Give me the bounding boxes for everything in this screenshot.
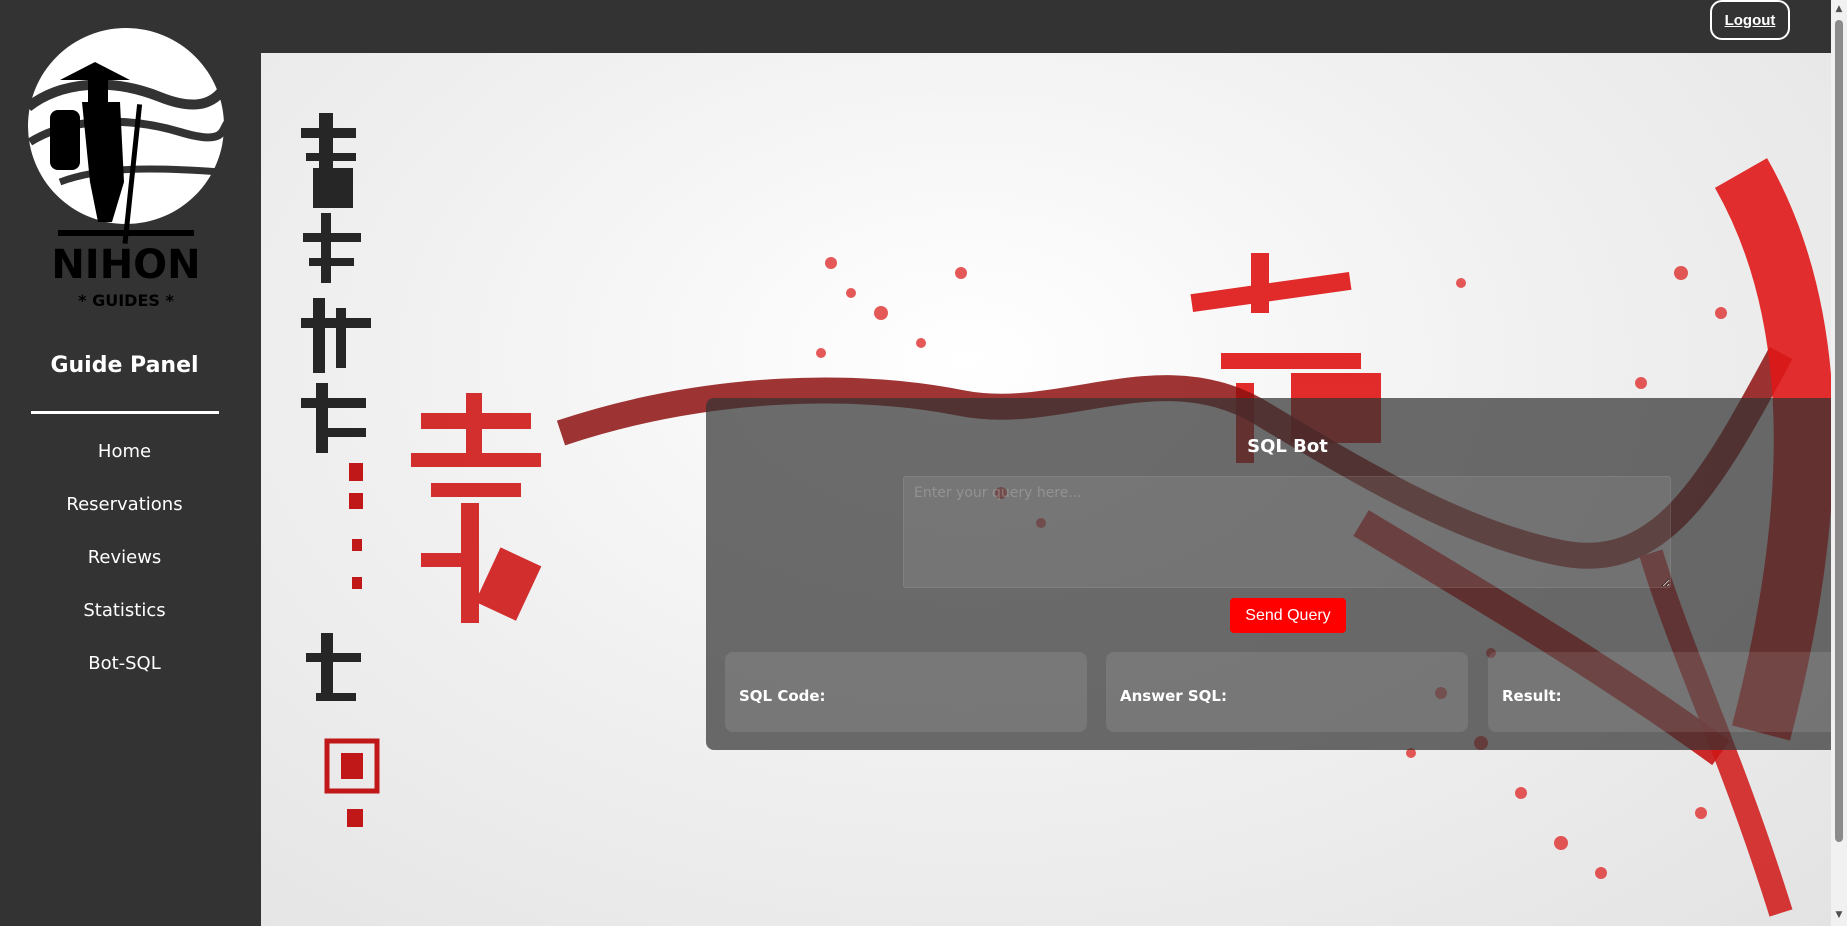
logo-text: NIHON xyxy=(51,242,200,288)
page-scrollbar[interactable]: ▲ ▼ xyxy=(1831,0,1847,926)
answer-sql-panel: Answer SQL: xyxy=(1106,652,1468,732)
send-query-button[interactable]: Send Query xyxy=(1230,598,1346,633)
nihon-guides-logo: NIHON * GUIDES * xyxy=(24,28,228,310)
logo-subtext: * GUIDES * xyxy=(78,291,174,310)
main-content: SQL Bot Send Query SQL Code: Answer SQL:… xyxy=(261,53,1831,926)
result-panel: Result: xyxy=(1488,652,1831,732)
panel-divider xyxy=(31,411,219,414)
sidebar-item-reviews[interactable]: Reviews xyxy=(0,538,249,591)
sql-code-panel: SQL Code: xyxy=(725,652,1087,732)
sidebar: NIHON * GUIDES * Guide Panel Home Reserv… xyxy=(0,0,261,926)
sql-bot-title: SQL Bot xyxy=(1247,436,1328,457)
query-input[interactable] xyxy=(903,476,1671,588)
sidebar-nav: Home Reservations Reviews Statistics Bot… xyxy=(0,432,249,697)
sidebar-item-bot-sql[interactable]: Bot-SQL xyxy=(0,644,249,697)
sql-bot-card: SQL Bot Send Query SQL Code: Answer SQL:… xyxy=(706,398,1831,750)
scroll-down-icon[interactable]: ▼ xyxy=(1834,910,1844,920)
sidebar-item-home[interactable]: Home xyxy=(0,432,249,485)
answer-sql-label: Answer SQL: xyxy=(1120,687,1227,705)
scroll-up-icon[interactable]: ▲ xyxy=(1834,4,1844,14)
result-label: Result: xyxy=(1502,687,1562,705)
top-bar: Logout xyxy=(0,0,1847,53)
sql-code-label: SQL Code: xyxy=(739,687,826,705)
sidebar-item-statistics[interactable]: Statistics xyxy=(0,591,249,644)
sidebar-item-reservations[interactable]: Reservations xyxy=(0,485,249,538)
scrollbar-thumb[interactable] xyxy=(1835,20,1843,842)
logout-button[interactable]: Logout xyxy=(1710,0,1790,40)
panel-title: Guide Panel xyxy=(50,353,199,378)
